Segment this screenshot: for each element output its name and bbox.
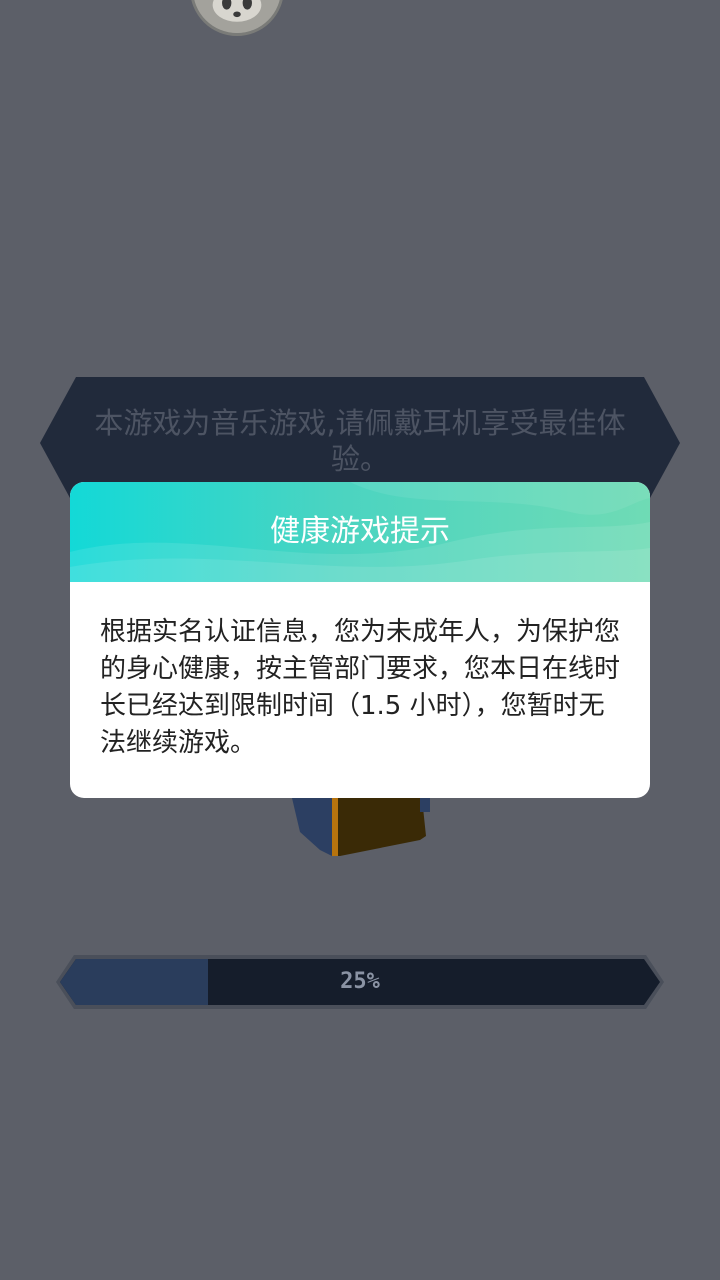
progress-label: 25% (340, 969, 380, 994)
health-notice-dialog: 健康游戏提示 根据实名认证信息，您为未成年人，为保护您的身心健康，按主管部门要求… (70, 482, 650, 798)
dialog-header: 健康游戏提示 (70, 482, 650, 582)
loading-progress-bar: 25% (56, 955, 664, 1009)
tip-text: 本游戏为音乐游戏,请佩戴耳机享受最佳体验。 (94, 406, 626, 476)
dialog-title: 健康游戏提示 (270, 514, 450, 549)
panda-avatar-icon (190, 0, 284, 36)
dialog-message: 根据实名认证信息，您为未成年人，为保护您的身心健康，按主管部门要求，您本日在线时… (100, 617, 621, 758)
